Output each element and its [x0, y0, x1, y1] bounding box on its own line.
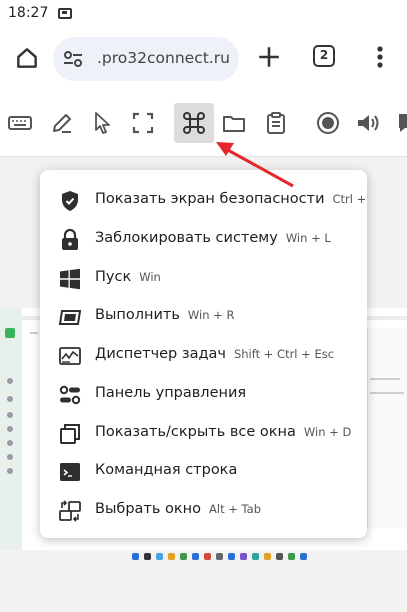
- menu-item-label: Заблокировать систему: [95, 230, 278, 246]
- menu-item-show-hide-windows[interactable]: Показать/скрыть все окна Win + D: [40, 414, 367, 452]
- clipboard-button[interactable]: [256, 103, 296, 143]
- commands-menu: Показать экран безопасности Ctrl + Alt За…: [40, 170, 367, 538]
- record-button[interactable]: [308, 103, 348, 143]
- commands-button[interactable]: [174, 103, 214, 143]
- menu-item-security-screen[interactable]: Показать экран безопасности Ctrl + Alt: [40, 181, 367, 219]
- menu-item-label: Показать/скрыть все окна: [95, 424, 296, 440]
- home-icon[interactable]: [14, 45, 40, 71]
- remote-text-line: [370, 378, 400, 380]
- tab-switcher-button[interactable]: 2: [313, 45, 335, 67]
- menu-item-lock[interactable]: Заблокировать систему Win + L: [40, 220, 367, 258]
- menu-item-label: Панель управления: [95, 385, 247, 401]
- volume-icon: [358, 115, 379, 131]
- chat-button[interactable]: [388, 103, 407, 143]
- windows-stack-icon: [58, 422, 82, 446]
- record-icon: [317, 112, 339, 134]
- menu-item-shortcut: Win + L: [285, 231, 331, 245]
- menu-item-shortcut: Alt + Tab: [209, 502, 262, 516]
- remote-text-line: [30, 332, 38, 334]
- status-bar: 18:27: [0, 0, 407, 28]
- remote-taskbar: [0, 550, 407, 564]
- menu-item-shortcut: Win + D: [303, 425, 352, 439]
- status-time: 18:27: [8, 5, 49, 21]
- menu-item-label: Командная строка: [95, 462, 238, 478]
- site-settings-icon[interactable]: [63, 50, 83, 68]
- menu-item-select-window[interactable]: Выбрать окно Alt + Tab: [40, 491, 367, 529]
- fullscreen-icon: [132, 112, 154, 134]
- url-text: .pro32connect.ru: [97, 49, 230, 67]
- files-button[interactable]: [214, 103, 254, 143]
- menu-item-shortcut: Win + R: [187, 308, 235, 322]
- windows-logo-icon: [58, 267, 82, 291]
- remote-right-panel: [367, 328, 407, 528]
- menu-item-shortcut: Win: [139, 270, 161, 284]
- remote-toolbar: [0, 90, 407, 157]
- menu-item-shortcut: Ctrl + Alt: [332, 192, 368, 206]
- shield-icon: [58, 189, 82, 213]
- menu-item-label: Диспетчер задач: [95, 346, 226, 362]
- menu-item-task-manager[interactable]: Диспетчер задач Shift + Ctrl + Esc: [40, 336, 367, 374]
- keyboard-icon: [8, 116, 32, 130]
- menu-item-control-panel[interactable]: Панель управления: [40, 375, 367, 413]
- remote-app-icon: [5, 328, 15, 338]
- pen-icon: [53, 114, 71, 133]
- menu-item-shortcut: Shift + Ctrl + Esc: [233, 347, 335, 361]
- fullscreen-button[interactable]: [123, 103, 163, 143]
- switch-window-icon: [58, 499, 82, 523]
- chat-icon: [399, 114, 407, 132]
- task-manager-icon: [58, 344, 82, 368]
- address-bar[interactable]: .pro32connect.ru: [53, 37, 239, 81]
- draw-button[interactable]: [42, 103, 82, 143]
- browser-toolbar: .pro32connect.ru 2: [0, 28, 407, 90]
- keyboard-button[interactable]: [0, 103, 40, 143]
- menu-item-label: Выполнить: [95, 307, 180, 323]
- folder-icon: [223, 116, 245, 132]
- menu-item-start[interactable]: Пуск Win: [40, 259, 367, 297]
- command-icon: [183, 112, 205, 134]
- menu-item-run[interactable]: Выполнить Win + R: [40, 297, 367, 335]
- more-menu-icon[interactable]: [376, 44, 384, 70]
- sound-button[interactable]: [348, 103, 388, 143]
- menu-item-label: Выбрать окно: [95, 501, 202, 517]
- control-panel-icon: [58, 383, 82, 407]
- remote-text-line: [370, 392, 404, 394]
- menu-item-label: Показать экран безопасности: [95, 191, 325, 207]
- pointer-button[interactable]: [82, 103, 122, 143]
- cast-icon: [58, 8, 72, 19]
- lock-icon: [58, 228, 82, 252]
- terminal-icon: [58, 460, 82, 484]
- clipboard-icon: [267, 112, 285, 134]
- run-icon: [58, 305, 82, 329]
- new-tab-icon[interactable]: [256, 44, 282, 70]
- pointer-icon: [95, 112, 110, 134]
- menu-item-label: Пуск: [95, 269, 132, 285]
- menu-item-command-line[interactable]: Командная строка: [40, 452, 367, 490]
